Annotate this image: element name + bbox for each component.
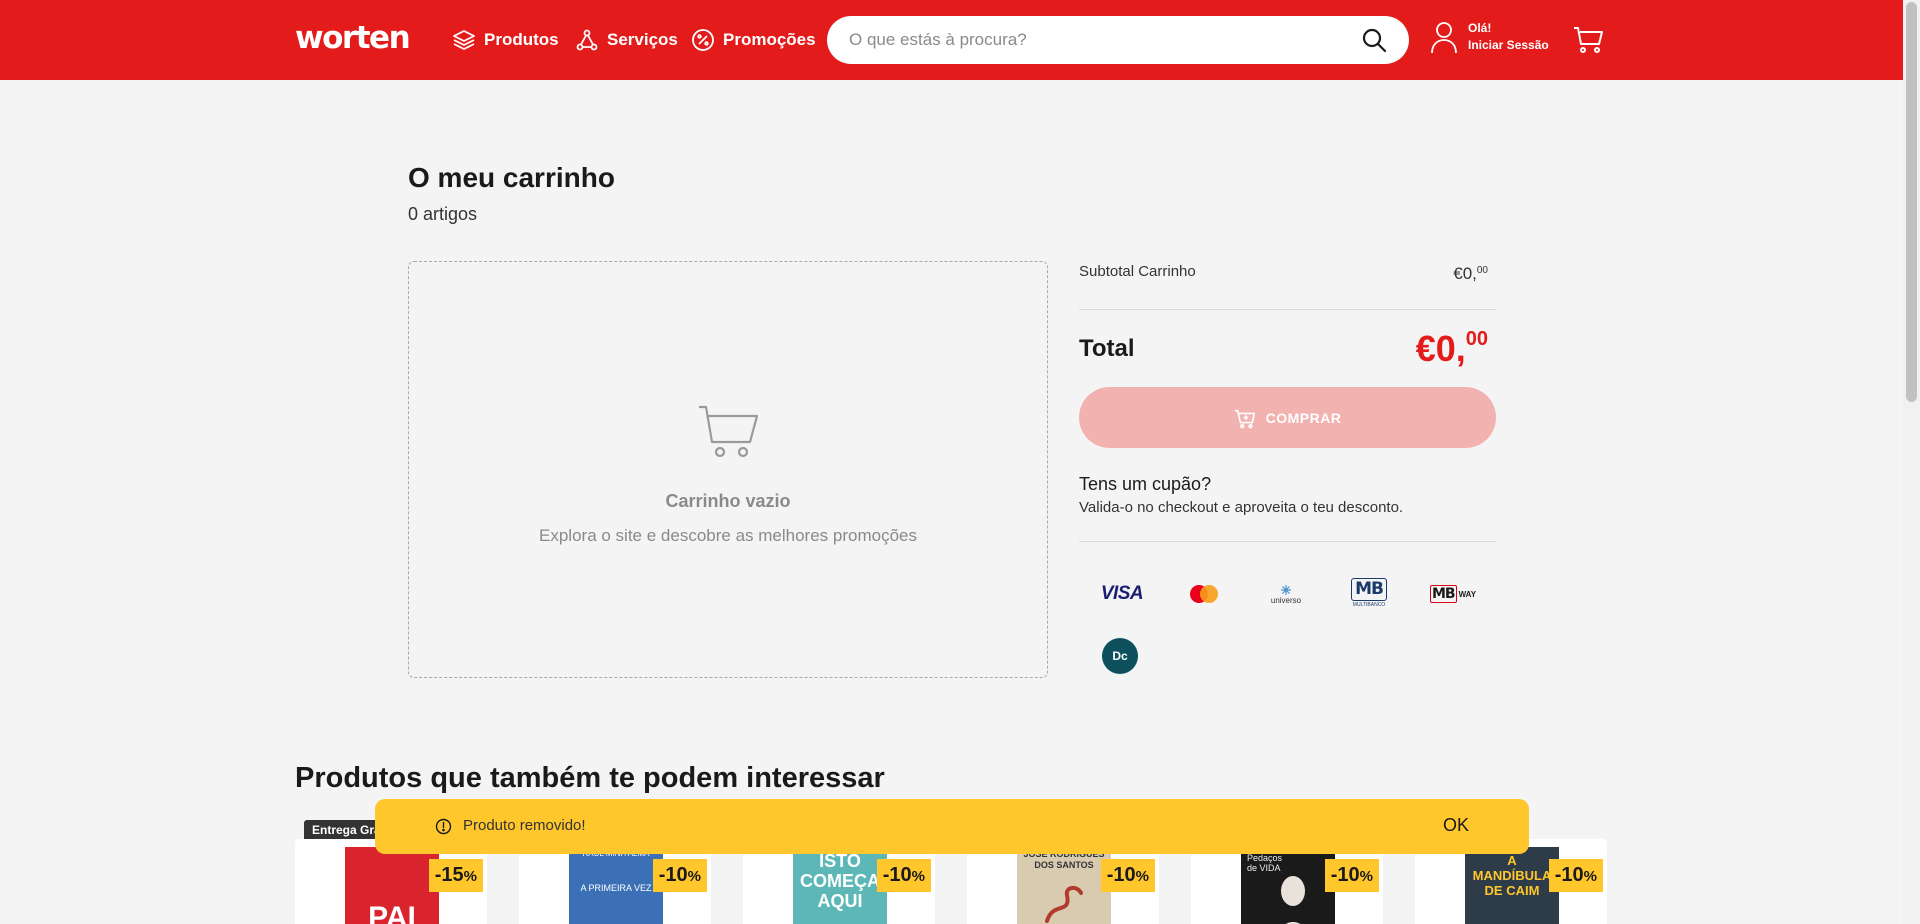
universo-logo-text: universo: [1270, 595, 1302, 605]
alert-circle-icon: [435, 818, 452, 835]
discount-percent: %: [1583, 868, 1597, 885]
total-value: €0,00: [1350, 328, 1488, 370]
dc-logo: Dc: [1102, 638, 1138, 674]
account-login-label: Iniciar Sessão: [1468, 38, 1549, 52]
cart-icon[interactable]: [1573, 24, 1605, 56]
nav-promotions[interactable]: Promoções: [691, 26, 816, 54]
discount-value: -15: [434, 864, 464, 886]
search-icon[interactable]: [1361, 27, 1387, 53]
multibanco-mark-text: MB: [1355, 579, 1384, 599]
discount-value: -10: [882, 864, 912, 886]
discount-value: -10: [658, 864, 688, 886]
removed-toast: Produto removido! OK: [375, 799, 1529, 854]
payment-divider: [1079, 541, 1496, 542]
product-image: JOSÉ RODRIGUES DOS SANTOS: [1017, 847, 1111, 924]
subtotal-label: Subtotal Carrinho: [1079, 263, 1196, 280]
discount-percent: %: [687, 868, 701, 885]
product-image: A MANDÍBULA DE CAIM: [1465, 847, 1559, 924]
discount-badge: -10%: [876, 859, 931, 892]
nav-products[interactable]: Produtos: [452, 26, 559, 54]
worten-logo[interactable]: worten: [295, 20, 411, 56]
mbway-way-text: WAY: [1458, 589, 1477, 599]
dc-logo-text: Dc: [1112, 649, 1128, 663]
total-label: Total: [1079, 335, 1135, 362]
book-cover-text: A MANDÍBULA DE CAIM: [1472, 853, 1552, 898]
multibanco-mark: MB: [1351, 578, 1387, 601]
discount-value: -10: [1106, 864, 1136, 886]
discount-percent: %: [911, 868, 925, 885]
discount-value: -10: [1330, 864, 1360, 886]
top-header: worten Produtos Serviços Promoções Olá! …: [0, 0, 1920, 80]
coupon-subtitle: Valida-o no checkout e aproveita o teu d…: [1079, 499, 1404, 516]
nav-products-label: Produtos: [484, 30, 559, 49]
mastercard-circles-icon: [1190, 585, 1218, 603]
account-login[interactable]: Olá! Iniciar Sessão: [1430, 20, 1549, 54]
subtotal-cents: 00: [1476, 265, 1488, 276]
visa-logo-text: VISA: [1100, 583, 1144, 604]
discount-percent: %: [1359, 868, 1373, 885]
portrait-illustration-icon: [1281, 876, 1305, 924]
multibanco-caption: MULTIBANCO: [1352, 602, 1386, 608]
product-image: RAUL MINH'ALMA A PRIMEIRA VEZ: [569, 847, 663, 924]
universo-sparkle-icon: [1281, 584, 1291, 595]
dragon-illustration-icon: [1045, 886, 1083, 923]
discount-badge: -10%: [1548, 859, 1603, 892]
book-cover-text: ISTO COMEÇA AQUI: [800, 851, 880, 911]
page-title: O meu carrinho: [408, 162, 615, 193]
search-bar: [827, 16, 1409, 64]
percent-badge-icon: [692, 29, 714, 51]
discount-badge: -10%: [1100, 859, 1155, 892]
empty-cart-icon: [699, 405, 759, 458]
total-main: €0,: [1415, 328, 1466, 369]
discount-percent: %: [1135, 868, 1149, 885]
empty-cart-subtitle: Explora o site e descobre as melhores pr…: [539, 526, 917, 545]
subtotal-main: €0,: [1453, 264, 1477, 283]
cart-item-count: 0 artigos: [408, 204, 478, 224]
buy-button[interactable]: COMPRAR: [1079, 387, 1496, 448]
search-input[interactable]: [849, 30, 1361, 50]
layers-icon: [453, 30, 475, 50]
user-icon: [1431, 22, 1457, 54]
discount-value: -10: [1554, 864, 1584, 886]
toast-message: Produto removido!: [463, 817, 586, 834]
book-cover-text: A PRIMEIRA VEZ: [580, 883, 652, 893]
discount-badge: -10%: [1324, 859, 1379, 892]
coupon-title: Tens um cupão?: [1079, 474, 1212, 494]
nav-promotions-label: Promoções: [723, 30, 816, 49]
nav-services[interactable]: Serviços: [575, 26, 678, 54]
mbway-logo: MB WAY: [1429, 574, 1477, 614]
scrollbar-thumb[interactable]: [1906, 2, 1917, 402]
product-image: Pedaços de VIDA: [1241, 847, 1335, 924]
universo-logo: universo: [1264, 574, 1308, 614]
empty-cart-panel: Carrinho vazio Explora o site e descobre…: [408, 261, 1048, 678]
mbway-mb-text: MB: [1429, 585, 1457, 603]
nav-services-label: Serviços: [607, 30, 678, 49]
recommendations-title: Produtos que também te podem interessar: [295, 762, 885, 794]
empty-cart-title: Carrinho vazio: [665, 491, 791, 511]
total-cents: 00: [1465, 328, 1488, 350]
discount-badge: -15%: [428, 859, 483, 892]
add-to-cart-icon: [1234, 409, 1255, 428]
product-image: PAI: [345, 847, 439, 924]
discount-badge: -10%: [652, 859, 707, 892]
services-icon: [576, 29, 598, 51]
mastercard-logo: [1186, 574, 1222, 614]
subtotal-value: €0,00: [1400, 264, 1488, 284]
toast-ok-button[interactable]: OK: [1443, 815, 1469, 836]
multibanco-logo: MB MULTIBANCO: [1351, 573, 1387, 613]
summary-divider: [1079, 309, 1496, 310]
book-cover-text: PAI: [368, 901, 416, 924]
product-image: ISTO COMEÇA AQUI: [793, 847, 887, 924]
account-greeting: Olá!: [1468, 21, 1492, 35]
buy-button-label: COMPRAR: [1265, 409, 1342, 426]
discount-percent: %: [463, 868, 477, 885]
visa-logo: VISA: [1098, 574, 1146, 614]
page-scrollbar[interactable]: [1903, 0, 1920, 924]
